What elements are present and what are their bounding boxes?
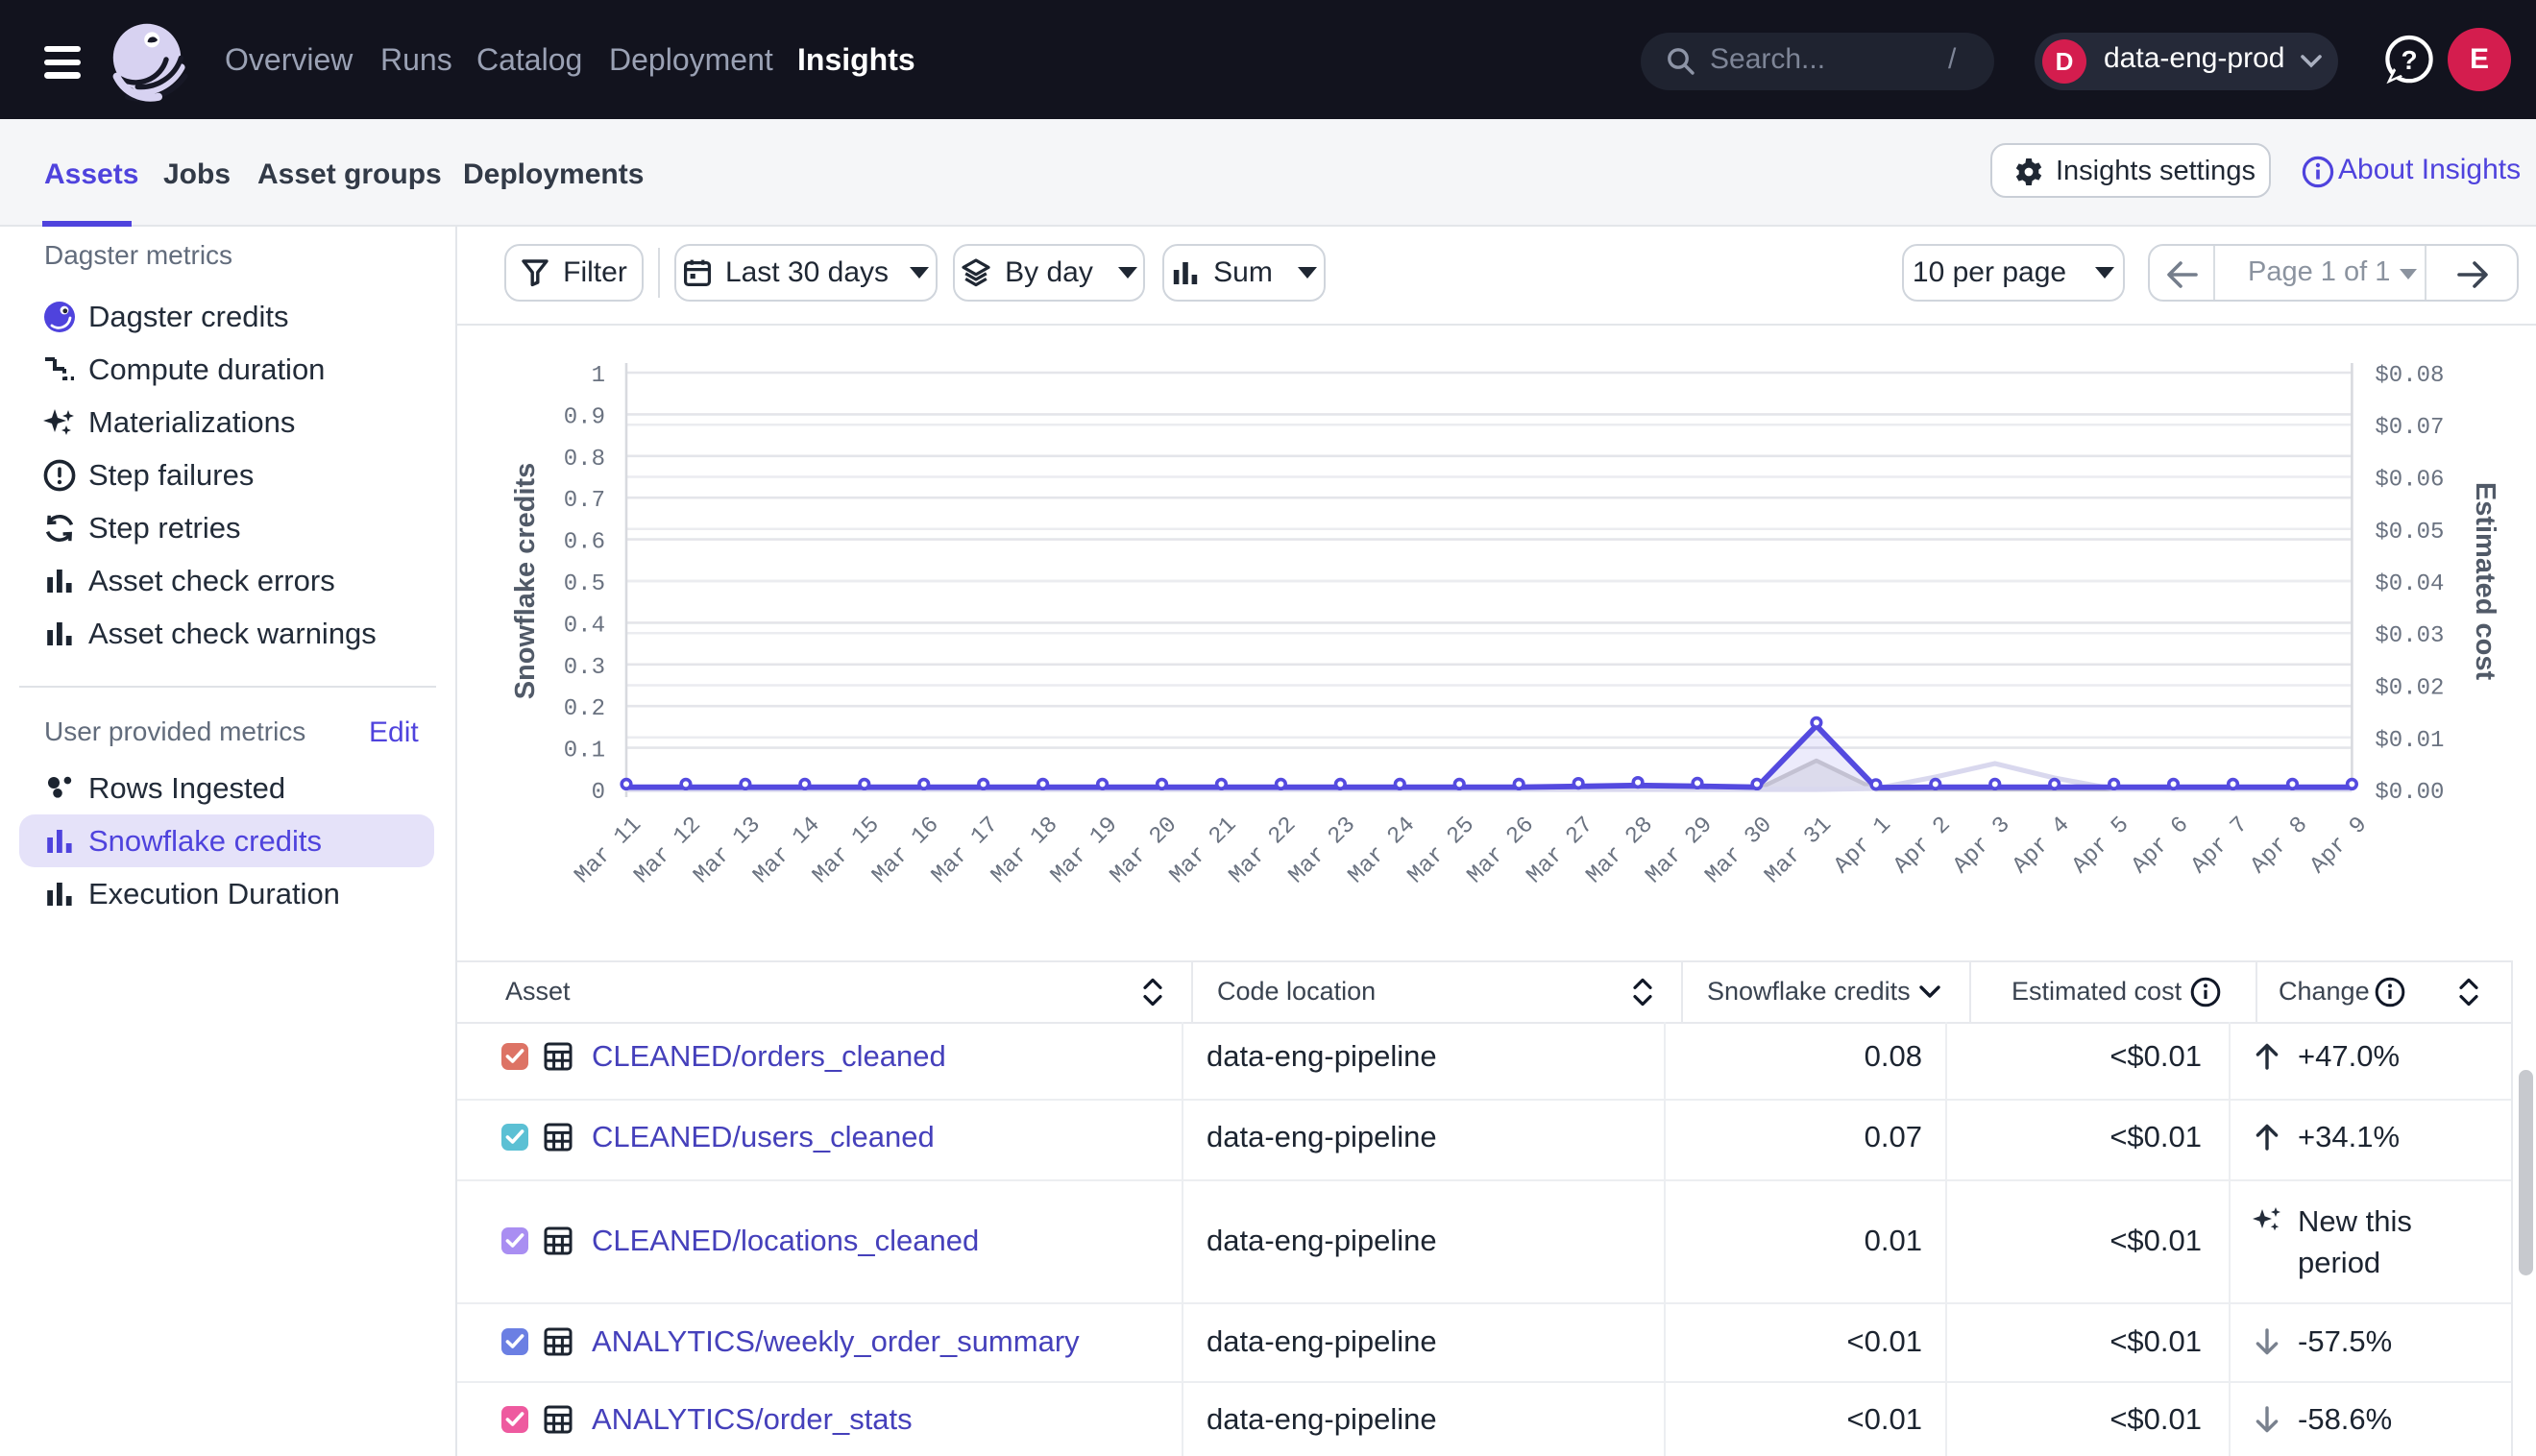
svg-text:$0.03: $0.03 bbox=[2375, 623, 2444, 649]
svg-text:0.7: 0.7 bbox=[564, 488, 605, 514]
svg-text:1: 1 bbox=[592, 363, 605, 389]
svg-text:Apr 6: Apr 6 bbox=[2127, 813, 2194, 880]
svg-text:$0.07: $0.07 bbox=[2375, 415, 2444, 441]
svg-text:$0.06: $0.06 bbox=[2375, 468, 2444, 494]
svg-text:0.9: 0.9 bbox=[564, 404, 605, 430]
svg-text:Apr 1: Apr 1 bbox=[1829, 813, 1896, 880]
svg-text:Apr 4: Apr 4 bbox=[2008, 813, 2075, 880]
svg-text:0.6: 0.6 bbox=[564, 530, 605, 556]
svg-text:0.8: 0.8 bbox=[564, 447, 605, 473]
svg-text:Apr 3: Apr 3 bbox=[1948, 813, 2015, 880]
svg-text:0.5: 0.5 bbox=[564, 571, 605, 597]
svg-text:$0.02: $0.02 bbox=[2375, 676, 2444, 702]
svg-text:$0.05: $0.05 bbox=[2375, 520, 2444, 546]
svg-text:Apr 8: Apr 8 bbox=[2246, 813, 2313, 880]
svg-text:?: ? bbox=[2401, 45, 2417, 75]
svg-text:$0.04: $0.04 bbox=[2375, 571, 2444, 597]
svg-text:Apr 2: Apr 2 bbox=[1889, 813, 1956, 880]
svg-text:0.2: 0.2 bbox=[564, 696, 605, 722]
svg-text:0: 0 bbox=[592, 780, 605, 806]
svg-text:Estimated cost: Estimated cost bbox=[2470, 482, 2500, 681]
svg-text:$0.00: $0.00 bbox=[2375, 780, 2444, 806]
svg-text:$0.01: $0.01 bbox=[2375, 728, 2444, 754]
svg-text:Apr 7: Apr 7 bbox=[2186, 813, 2254, 880]
svg-text:0.3: 0.3 bbox=[564, 655, 605, 681]
svg-text:0.1: 0.1 bbox=[564, 739, 605, 764]
svg-text:0.4: 0.4 bbox=[564, 613, 605, 639]
svg-text:Apr 5: Apr 5 bbox=[2067, 813, 2134, 880]
svg-text:Apr 9: Apr 9 bbox=[2305, 813, 2373, 880]
svg-text:Snowflake credits: Snowflake credits bbox=[510, 463, 541, 700]
svg-text:$0.08: $0.08 bbox=[2375, 363, 2444, 389]
